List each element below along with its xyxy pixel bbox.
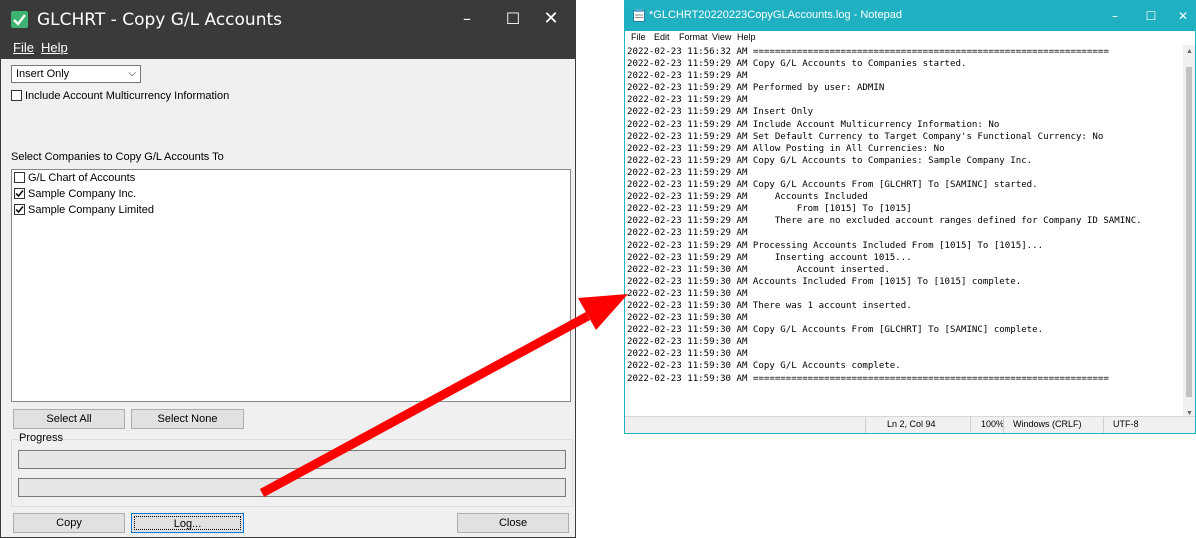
arrow-shaft — [259, 312, 591, 497]
red-arrow-annotation — [259, 294, 628, 497]
arrow-head — [578, 294, 628, 330]
